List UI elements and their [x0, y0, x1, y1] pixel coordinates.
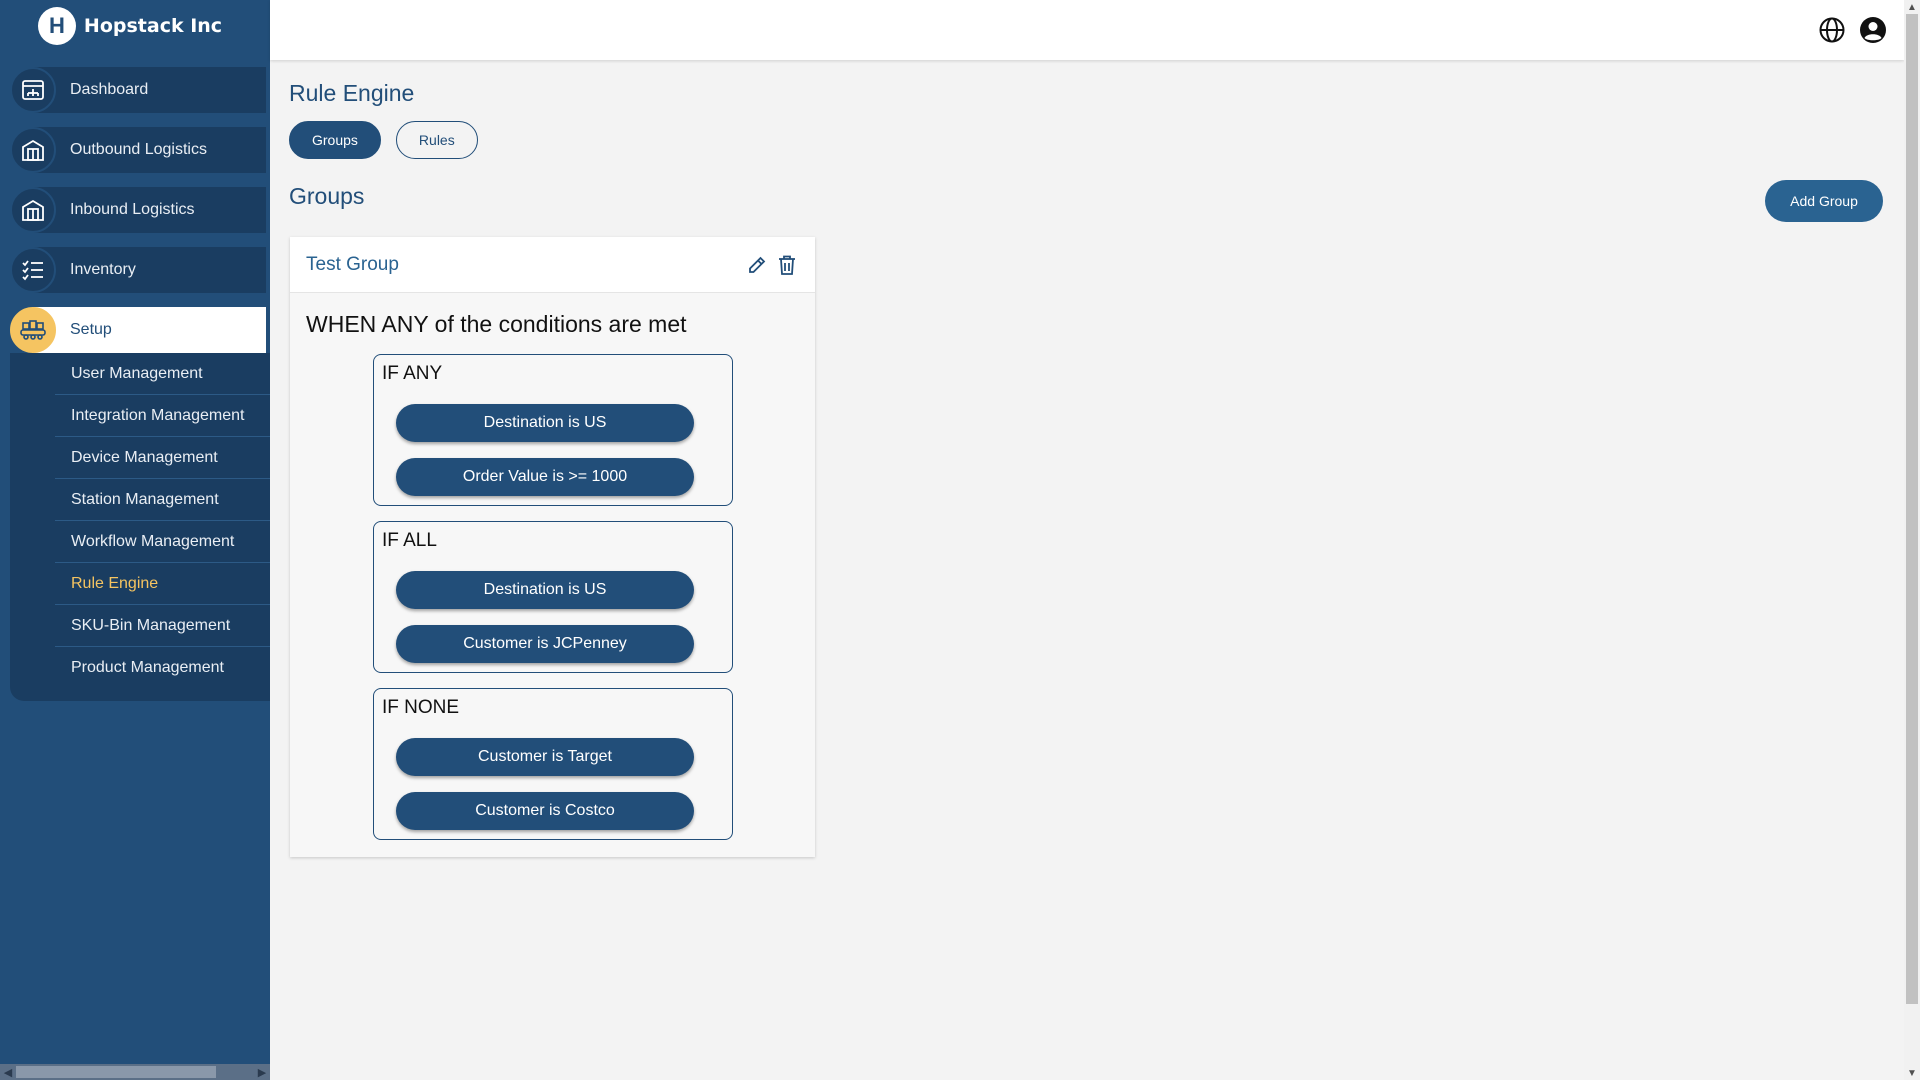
submenu-item-sku-bin-management[interactable]: SKU-Bin Management	[55, 605, 270, 647]
dashboard-icon	[10, 67, 56, 113]
tab-groups[interactable]: Groups	[289, 121, 381, 159]
warehouse-icon	[10, 187, 56, 233]
group-condition-text: WHEN ANY of the conditions are met	[306, 311, 687, 337]
condition-block-any: IF ANY Destination is US Order Value is …	[373, 354, 733, 506]
setup-icon	[10, 307, 56, 353]
rule-pill[interactable]: Customer is Costco	[396, 792, 694, 830]
sidebar-item-label: Inbound Logistics	[70, 201, 195, 218]
warehouse-icon	[10, 127, 56, 173]
sidebar-horizontal-scrollbar[interactable]: ◀ ▶	[0, 1064, 270, 1080]
sidebar-item-label: Dashboard	[70, 81, 149, 98]
scroll-down-arrow-icon[interactable]: ▼	[1904, 1066, 1920, 1080]
scroll-left-arrow-icon[interactable]: ◀	[0, 1064, 16, 1080]
group-name: Test Group	[306, 253, 399, 275]
nav-item-background	[32, 307, 266, 353]
sidebar-item-label: Outbound Logistics	[70, 141, 207, 158]
condition-block-all: IF ALL Destination is US Customer is JCP…	[373, 521, 733, 673]
globe-icon[interactable]	[1818, 16, 1846, 44]
tabs: Groups Rules	[289, 121, 478, 159]
nav-item-background	[32, 67, 266, 113]
add-group-button[interactable]: Add Group	[1765, 180, 1883, 222]
submenu-item-user-management[interactable]: User Management	[55, 353, 270, 395]
rule-pill[interactable]: Customer is Target	[396, 738, 694, 776]
setup-submenu: User Management Integration Management D…	[10, 353, 270, 701]
page-title: Rule Engine	[289, 80, 415, 106]
section-title: Groups	[289, 183, 365, 209]
submenu-item-product-management[interactable]: Product Management	[55, 647, 270, 689]
sidebar: H Hopstack Inc Dashboard Outbound Logist…	[0, 0, 270, 1080]
tab-rules[interactable]: Rules	[395, 121, 478, 159]
scrollbar-thumb[interactable]	[1906, 14, 1918, 1004]
delete-icon[interactable]	[775, 253, 799, 277]
sidebar-item-inbound-logistics[interactable]: Inbound Logistics	[10, 187, 266, 233]
rule-pill[interactable]: Destination is US	[396, 404, 694, 442]
rule-pill[interactable]: Destination is US	[396, 571, 694, 609]
sidebar-item-outbound-logistics[interactable]: Outbound Logistics	[10, 127, 266, 173]
scroll-right-arrow-icon[interactable]: ▶	[254, 1064, 270, 1080]
edit-icon[interactable]	[745, 253, 769, 277]
user-account-icon[interactable]	[1859, 16, 1887, 44]
top-bar	[270, 0, 1904, 60]
submenu-item-device-management[interactable]: Device Management	[55, 437, 270, 479]
nav-item-background	[32, 247, 266, 293]
rule-pill[interactable]: Customer is JCPenney	[396, 625, 694, 663]
sidebar-item-label: Setup	[70, 321, 112, 338]
brand[interactable]: H Hopstack Inc	[0, 0, 270, 52]
group-card: Test Group WHEN ANY of the conditions ar…	[290, 237, 815, 857]
scroll-up-arrow-icon[interactable]: ▲	[1904, 0, 1920, 14]
submenu-item-workflow-management[interactable]: Workflow Management	[55, 521, 270, 563]
sidebar-item-dashboard[interactable]: Dashboard	[10, 67, 266, 113]
group-card-header: Test Group	[290, 237, 815, 293]
submenu-item-station-management[interactable]: Station Management	[55, 479, 270, 521]
page-vertical-scrollbar[interactable]: ▲ ▼	[1904, 0, 1920, 1080]
submenu-item-rule-engine[interactable]: Rule Engine	[55, 563, 270, 605]
scrollbar-thumb[interactable]	[16, 1066, 216, 1078]
condition-block-none: IF NONE Customer is Target Customer is C…	[373, 688, 733, 840]
rule-pill[interactable]: Order Value is >= 1000	[396, 458, 694, 496]
condition-label: IF ALL	[382, 530, 437, 551]
sidebar-item-label: Inventory	[70, 261, 136, 278]
list-icon	[10, 247, 56, 293]
sidebar-item-inventory[interactable]: Inventory	[10, 247, 266, 293]
sidebar-item-setup[interactable]: Setup	[10, 307, 266, 353]
submenu-item-integration-management[interactable]: Integration Management	[55, 395, 270, 437]
brand-logo: H	[37, 7, 76, 45]
condition-label: IF NONE	[382, 697, 460, 718]
brand-name: Hopstack Inc	[83, 15, 223, 37]
condition-label: IF ANY	[382, 363, 443, 384]
